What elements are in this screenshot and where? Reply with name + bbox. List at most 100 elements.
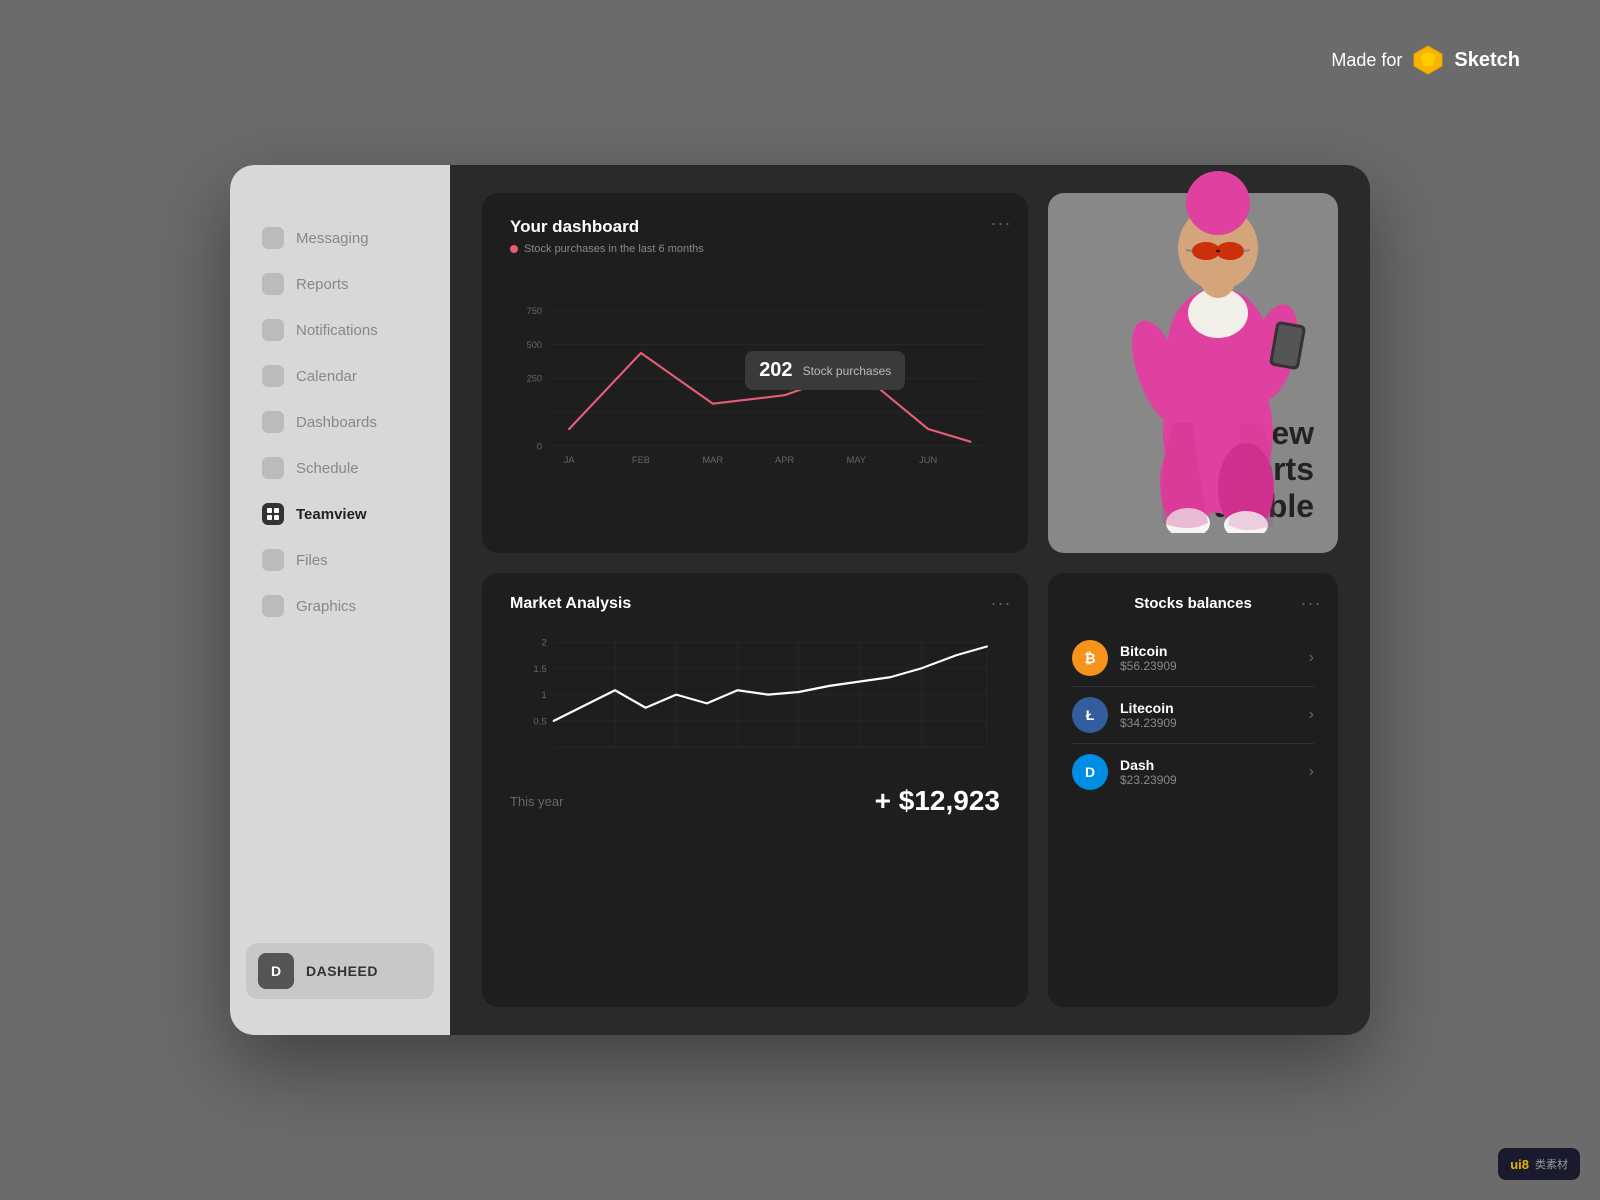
svg-text:1.5: 1.5: [533, 664, 546, 675]
dashboard-chart: 750 500 250 0 JA FEB MAR APR MAY: [510, 271, 1000, 511]
market-title: Market Analysis: [510, 595, 1000, 613]
watermark-icon: ui8: [1510, 1157, 1529, 1172]
sidebar-item-graphics[interactable]: Graphics: [238, 585, 442, 627]
svg-text:750: 750: [527, 306, 543, 316]
stock-price-bitcoin: $56.23909: [1120, 659, 1297, 673]
svg-text:2: 2: [541, 638, 546, 649]
stock-info-dash: Dash $23.23909: [1120, 757, 1297, 787]
stocks-list: ₿ Bitcoin $56.23909 › Ł Litecoin $34.239…: [1072, 630, 1314, 800]
legend-text: Stock purchases in the last 6 months: [524, 243, 704, 255]
sidebar-nav: Messaging Reports Notifications Calendar Das…: [230, 195, 450, 927]
dashboard-title: Your dashboard: [510, 217, 1000, 237]
watermark-sub: 类素材: [1535, 1156, 1568, 1172]
user-profile[interactable]: D DASHEED: [246, 943, 434, 999]
dashboard-icon: [262, 411, 284, 433]
stocks-title: Stocks balances: [1072, 595, 1314, 612]
svg-text:APR: APR: [775, 455, 794, 465]
sidebar-item-label-teamview: Teamview: [296, 506, 367, 523]
sidebar-item-teamview[interactable]: Teamview: [238, 493, 442, 535]
sidebar-item-label-calendar: Calendar: [296, 368, 357, 385]
market-chart: 2 1.5 1 0.5: [510, 629, 1000, 769]
dashboard-card: ... Your dashboard Stock purchases in th…: [482, 193, 1028, 553]
svg-text:250: 250: [527, 374, 543, 384]
sidebar-item-files[interactable]: Files: [238, 539, 442, 581]
top-section: ... Your dashboard Stock purchases in th…: [482, 193, 1338, 553]
sidebar-item-label-schedule: Schedule: [296, 460, 359, 477]
sidebar-item-label-files: Files: [296, 552, 328, 569]
sidebar-bottom: D DASHEED: [230, 927, 450, 1015]
reports-icon: [262, 273, 284, 295]
svg-text:0: 0: [537, 441, 542, 451]
made-for-sketch-badge: Made for Sketch: [1331, 44, 1520, 76]
user-name: DASHEED: [306, 963, 378, 979]
promo-card: New reports available: [1048, 193, 1338, 553]
stock-info-bitcoin: Bitcoin $56.23909: [1120, 643, 1297, 673]
svg-text:500: 500: [527, 340, 543, 350]
sidebar-item-dashboards[interactable]: Dashboards: [238, 401, 442, 443]
svg-text:JA: JA: [564, 455, 576, 465]
stock-info-litecoin: Litecoin $34.23909: [1120, 700, 1297, 730]
sidebar-item-notifications[interactable]: Notifications: [238, 309, 442, 351]
legend-dot: [510, 245, 518, 253]
svg-text:0.5: 0.5: [533, 716, 546, 727]
grid-icon: [262, 503, 284, 525]
svg-text:FEB: FEB: [632, 455, 650, 465]
stock-name-dash: Dash: [1120, 757, 1297, 773]
stock-arrow-litecoin: ›: [1309, 706, 1314, 724]
stock-item-litecoin[interactable]: Ł Litecoin $34.23909 ›: [1072, 687, 1314, 744]
stock-price-dash: $23.23909: [1120, 773, 1297, 787]
bottom-section: ... Market Analysis: [482, 573, 1338, 1007]
chart-tooltip: 202 Stock purchases: [745, 351, 905, 390]
sidebar-item-label-graphics: Graphics: [296, 598, 356, 615]
sidebar-item-label-notifications: Notifications: [296, 322, 378, 339]
promo-text: New reports available: [1072, 415, 1314, 525]
sidebar: Messaging Reports Notifications Calendar Das…: [230, 165, 450, 1035]
svg-text:MAY: MAY: [847, 455, 866, 465]
market-footer: This year + $12,923: [510, 785, 1000, 817]
stock-name-litecoin: Litecoin: [1120, 700, 1297, 716]
tooltip-label: Stock purchases: [803, 364, 892, 378]
stock-icon-dash: D: [1072, 754, 1108, 790]
dashboard-legend: Stock purchases in the last 6 months: [510, 243, 1000, 255]
stocks-menu[interactable]: ...: [1301, 589, 1322, 610]
stock-name-bitcoin: Bitcoin: [1120, 643, 1297, 659]
sketch-label: Sketch: [1454, 49, 1520, 72]
sidebar-item-schedule[interactable]: Schedule: [238, 447, 442, 489]
main-content: ... Your dashboard Stock purchases in th…: [450, 165, 1370, 1035]
stock-arrow-bitcoin: ›: [1309, 649, 1314, 667]
sidebar-item-label-reports: Reports: [296, 276, 349, 293]
stock-item-bitcoin[interactable]: ₿ Bitcoin $56.23909 ›: [1072, 630, 1314, 687]
market-menu[interactable]: ...: [991, 589, 1012, 610]
market-value: + $12,923: [875, 785, 1000, 817]
stock-price-litecoin: $34.23909: [1120, 716, 1297, 730]
made-for-label: Made for: [1331, 50, 1402, 71]
dashboard-chart-svg: 750 500 250 0 JA FEB MAR APR MAY: [510, 271, 1000, 511]
market-card: ... Market Analysis: [482, 573, 1028, 1007]
stock-icon-litecoin: Ł: [1072, 697, 1108, 733]
svg-text:1: 1: [541, 690, 546, 701]
sidebar-item-messaging[interactable]: Messaging: [238, 217, 442, 259]
sidebar-item-reports[interactable]: Reports: [238, 263, 442, 305]
dashboard-menu[interactable]: ...: [991, 209, 1012, 230]
message-icon: [262, 227, 284, 249]
tooltip-number: 202: [759, 359, 792, 382]
stock-icon-bitcoin: ₿: [1072, 640, 1108, 676]
files-icon: [262, 549, 284, 571]
calendar-icon: [262, 365, 284, 387]
sidebar-item-calendar[interactable]: Calendar: [238, 355, 442, 397]
svg-text:MAR: MAR: [702, 455, 723, 465]
svg-text:JUN: JUN: [919, 455, 937, 465]
stock-arrow-dash: ›: [1309, 763, 1314, 781]
watermark: ui8 类素材: [1498, 1148, 1580, 1180]
stock-item-dash[interactable]: D Dash $23.23909 ›: [1072, 744, 1314, 800]
stocks-card: ... Stocks balances ₿ Bitcoin $56.23909 …: [1048, 573, 1338, 1007]
app-container: Messaging Reports Notifications Calendar Das…: [230, 165, 1370, 1035]
graphics-icon: [262, 595, 284, 617]
schedule-icon: [262, 457, 284, 479]
avatar: D: [258, 953, 294, 989]
market-period: This year: [510, 794, 563, 809]
sidebar-item-label-dashboards: Dashboards: [296, 414, 377, 431]
sketch-icon: [1412, 44, 1444, 76]
sidebar-item-label-messaging: Messaging: [296, 230, 369, 247]
bell-icon: [262, 319, 284, 341]
